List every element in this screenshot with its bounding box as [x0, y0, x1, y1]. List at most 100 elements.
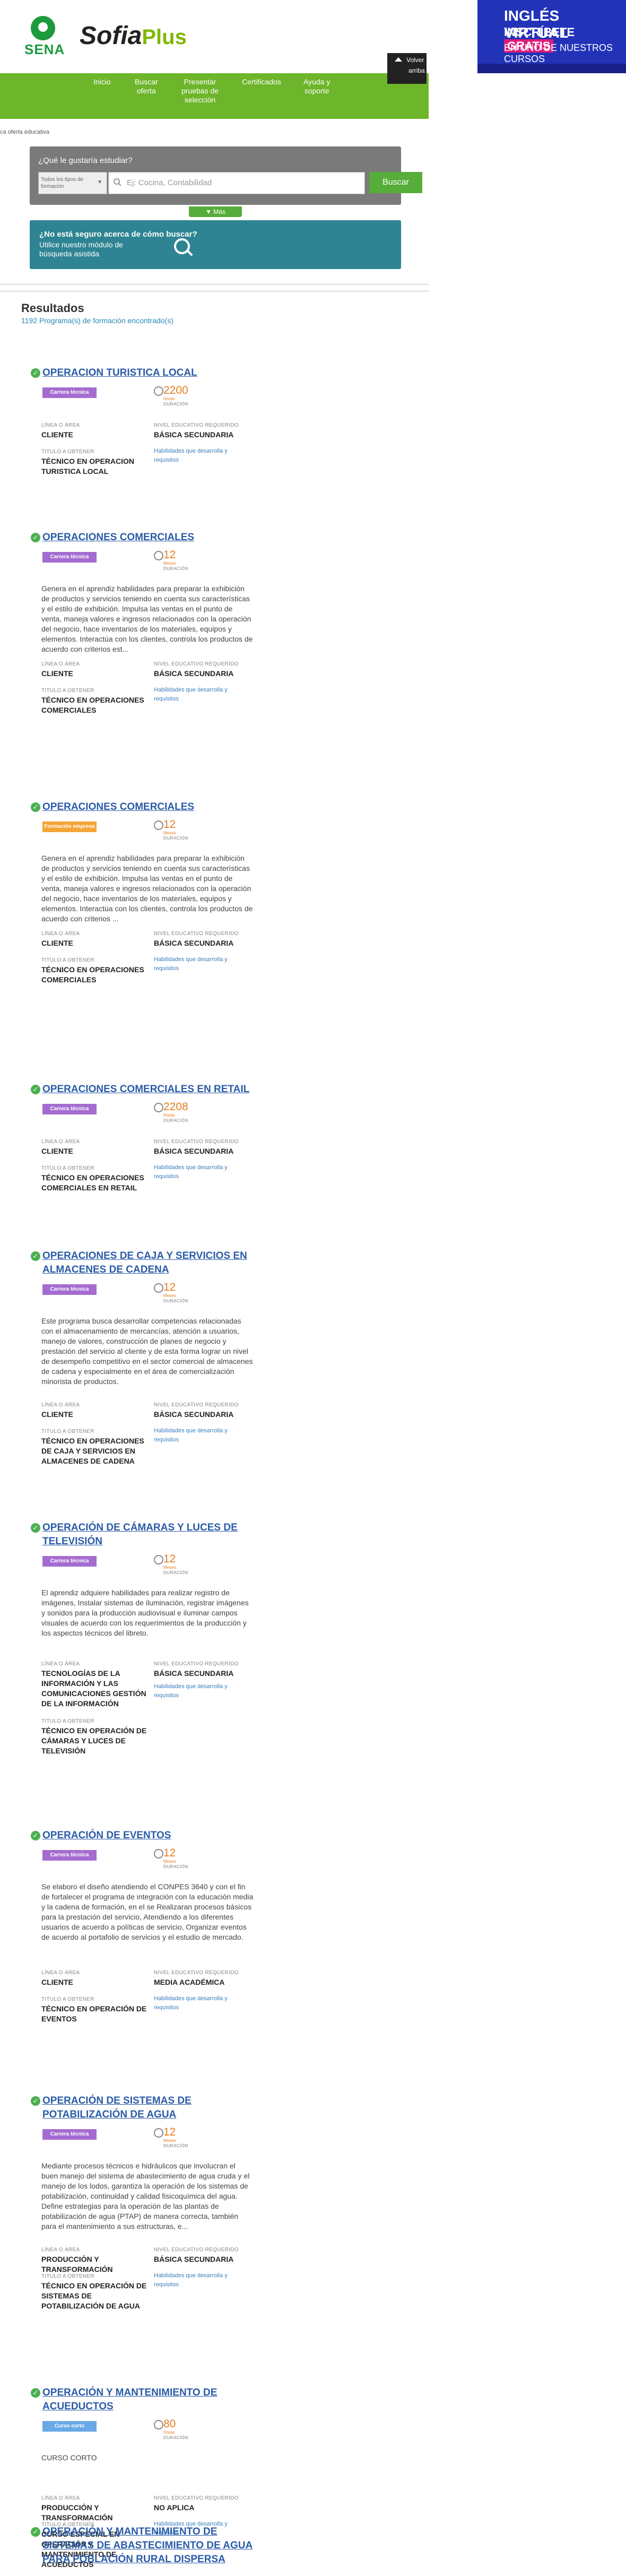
duration-value: 2208	[163, 1101, 188, 1113]
program-type-badge: Carrera técnica	[42, 2129, 97, 2140]
program-description: Genera en el aprendiz habilidades para p…	[41, 584, 253, 653]
program-title-link[interactable]: OPERACIÓN DE EVENTOS	[42, 1829, 260, 1843]
back-to-top-button[interactable]: Volver arriba	[387, 53, 427, 84]
sofia-plus-logo[interactable]: SofiaPlus	[80, 21, 187, 50]
site-header: SENA SofiaPlus INGLÉS VIRTUAL INSCRÍBETE…	[0, 0, 626, 73]
nav-item-ayuda-soporte[interactable]: Ayuda y soporte	[303, 77, 330, 96]
skills-requirements-link[interactable]: Habilidades que desarrolla y requisitos	[154, 2271, 244, 2289]
degree-label: TITULO A OBTENER	[41, 449, 94, 455]
skills-requirements-link[interactable]: Habilidades que desarrolla y requisitos	[154, 1994, 244, 2012]
nav-item-pruebas-seleccion[interactable]: Presentar pruebas de selección	[181, 77, 219, 105]
line-area-label: LÍNEA O ÁREA	[41, 1402, 80, 1408]
ad-line-2a: INSCRÍBETE	[504, 25, 575, 39]
search-button[interactable]: Buscar	[369, 172, 422, 193]
program-type-badge: Carrera técnica	[42, 1104, 97, 1114]
program-title-link[interactable]: OPERACIÓN Y MANTENIMIENTO DE SISTEMAS DE…	[42, 2525, 260, 2566]
english-ad-banner[interactable]: INGLÉS VIRTUAL INSCRÍBETE GRATIS EN UNO …	[477, 0, 626, 73]
line-area-value: CLIENTE	[41, 1147, 73, 1155]
line-area-label: LÍNEA O ÁREA	[41, 931, 80, 937]
program-title-link[interactable]: OPERACIÓN DE SISTEMAS DE POTABILIZACIÓN …	[42, 2094, 260, 2122]
skills-requirements-link[interactable]: Habilidades que desarrolla y requisitos	[154, 447, 244, 465]
line-area-value: PRODUCCIÓN Y TRANSFORMACIÓN	[41, 2255, 113, 2274]
duration-value: 12	[163, 1281, 176, 1293]
duration-label: DURACIÓN	[163, 1570, 188, 1575]
skills-requirements-link[interactable]: Habilidades que desarrolla y requisitos	[154, 1682, 244, 1700]
duration-label: DURACIÓN	[163, 1864, 188, 1869]
program-title-link[interactable]: OPERACIONES DE CAJA Y SERVICIOS EN ALMAC…	[42, 1249, 260, 1277]
more-options-button[interactable]: ▼ Más	[189, 206, 242, 217]
skills-requirements-link[interactable]: Habilidades que desarrolla y requisitos	[154, 686, 244, 704]
line-area-label: LÍNEA O ÁREA	[41, 1661, 80, 1667]
skills-requirements-link[interactable]: Habilidades que desarrolla y requisitos	[154, 955, 244, 973]
duration-label: DURACIÓN	[163, 2143, 188, 2148]
program-type-badge: Carrera técnica	[42, 1556, 97, 1567]
check-icon: ✓	[31, 1251, 40, 1261]
results-title: Resultados	[21, 301, 84, 315]
program-description: Este programa busca desarrollar competen…	[41, 1317, 253, 1386]
education-level-label: NIVEL EDUCATIVO REQUERIDO	[154, 1970, 239, 1976]
search-placeholder: Ej: Cocina, Contabilidad	[127, 178, 212, 187]
nav-item-buscar-oferta[interactable]: Buscar oferta	[135, 77, 158, 96]
degree-label: TITULO A OBTENER	[41, 2274, 94, 2279]
program-title-link[interactable]: OPERACIONES COMERCIALES EN RETAIL	[42, 1083, 260, 1096]
program-title-link[interactable]: OPERACIÓN Y MANTENIMIENTO DE ACUEDUCTOS	[42, 2386, 260, 2414]
duration-label: DURACIÓN	[163, 1118, 188, 1123]
program-type-badge: Carrera técnica	[42, 1850, 97, 1861]
duration-label: DURACIÓN	[163, 1299, 188, 1303]
nav-item-inicio[interactable]: Inicio	[93, 77, 111, 87]
skills-requirements-link[interactable]: Habilidades que desarrolla y requisitos	[154, 1163, 244, 1181]
degree-value: TÉCNICO EN OPERACIONES COMERCIALES	[41, 965, 144, 984]
education-level-value: BÁSICA SECUNDARIA	[154, 1669, 234, 1678]
check-icon: ✓	[31, 1085, 40, 1094]
line-area-value: TECNOLOGÍAS DE LA INFORMACIÓN Y LAS COMU…	[41, 1669, 146, 1708]
training-type-select[interactable]: Todos los tipos de formación ▼	[38, 172, 107, 194]
degree-value: TÉCNICO EN OPERACIÓN DE CÁMARAS Y LUCES …	[41, 1726, 147, 1755]
line-area-label: LÍNEA O ÁREA	[41, 2247, 80, 2253]
hourglass-icon	[154, 2128, 163, 2138]
education-level-value: BÁSICA SECUNDARIA	[154, 2255, 234, 2263]
education-level-label: NIVEL EDUCATIVO REQUERIDO	[154, 1402, 239, 1408]
ad-line-3: EN UNO DE NUESTROS CURSOS	[504, 42, 613, 64]
program-title-link[interactable]: OPERACIONES COMERCIALES	[42, 800, 260, 814]
duration-unit: Horas	[163, 1113, 175, 1118]
line-area-label: LÍNEA O ÁREA	[41, 1970, 80, 1976]
duration-value: 12	[163, 2126, 176, 2138]
duration-unit: Meses	[163, 1565, 176, 1570]
program-description: Mediante procesos técnicos e hidráulicos…	[41, 2162, 250, 2231]
sofia-logo-plus: Plus	[142, 25, 187, 49]
degree-value: TÉCNICO EN OPERACIÓN DE EVENTOS	[41, 2004, 147, 2023]
up-arrow-icon	[395, 57, 402, 62]
education-level-label: NIVEL EDUCATIVO REQUERIDO	[154, 931, 239, 937]
program-title-link[interactable]: OPERACIONES COMERCIALES	[42, 531, 260, 544]
line-area-value: CLIENTE	[41, 939, 73, 947]
line-area-value: PRODUCCIÓN Y TRANSFORMACIÓN	[41, 2503, 113, 2522]
line-area-value: CLIENTE	[41, 1978, 73, 1986]
program-title-link[interactable]: OPERACION TURISTICA LOCAL	[42, 366, 260, 380]
search-panel: ¿Qué le gustaría estudiar? Todos los tip…	[30, 146, 422, 205]
sofia-logo-text: Sofia	[80, 22, 142, 50]
search-icon	[114, 178, 121, 186]
assisted-search-panel[interactable]: ¿No está seguro acerca de cómo buscar? U…	[30, 220, 401, 269]
hourglass-icon	[154, 1849, 163, 1858]
degree-label: TITULO A OBTENER	[41, 957, 94, 963]
duration-unit: Meses	[163, 561, 176, 566]
search-input[interactable]: Ej: Cocina, Contabilidad	[108, 172, 365, 194]
check-icon: ✓	[31, 1831, 40, 1840]
degree-label: TITULO A OBTENER	[41, 688, 94, 694]
program-description: CURSO CORTO	[41, 2453, 97, 2462]
program-type-badge: Curso corto	[42, 2421, 97, 2432]
education-level-label: NIVEL EDUCATIVO REQUERIDO	[154, 2495, 239, 2501]
duration-value: 12	[163, 818, 176, 831]
check-icon: ✓	[31, 1523, 40, 1533]
sena-logo[interactable]: SENA	[21, 16, 69, 57]
program-title-link[interactable]: OPERACIÓN DE CÁMARAS Y LUCES DE TELEVISI…	[42, 1521, 260, 1549]
skills-requirements-link[interactable]: Habilidades que desarrolla y requisitos	[154, 1427, 244, 1445]
hourglass-icon	[154, 1103, 163, 1112]
education-level-label: NIVEL EDUCATIVO REQUERIDO	[154, 1139, 239, 1145]
duration-label: DURACIÓN	[163, 2435, 188, 2440]
duration-value: 80	[163, 2418, 176, 2430]
hourglass-icon	[154, 551, 163, 560]
nav-item-certificados[interactable]: Certificados	[242, 77, 281, 87]
check-icon: ✓	[31, 368, 40, 378]
line-area-label: LÍNEA O ÁREA	[41, 422, 80, 428]
